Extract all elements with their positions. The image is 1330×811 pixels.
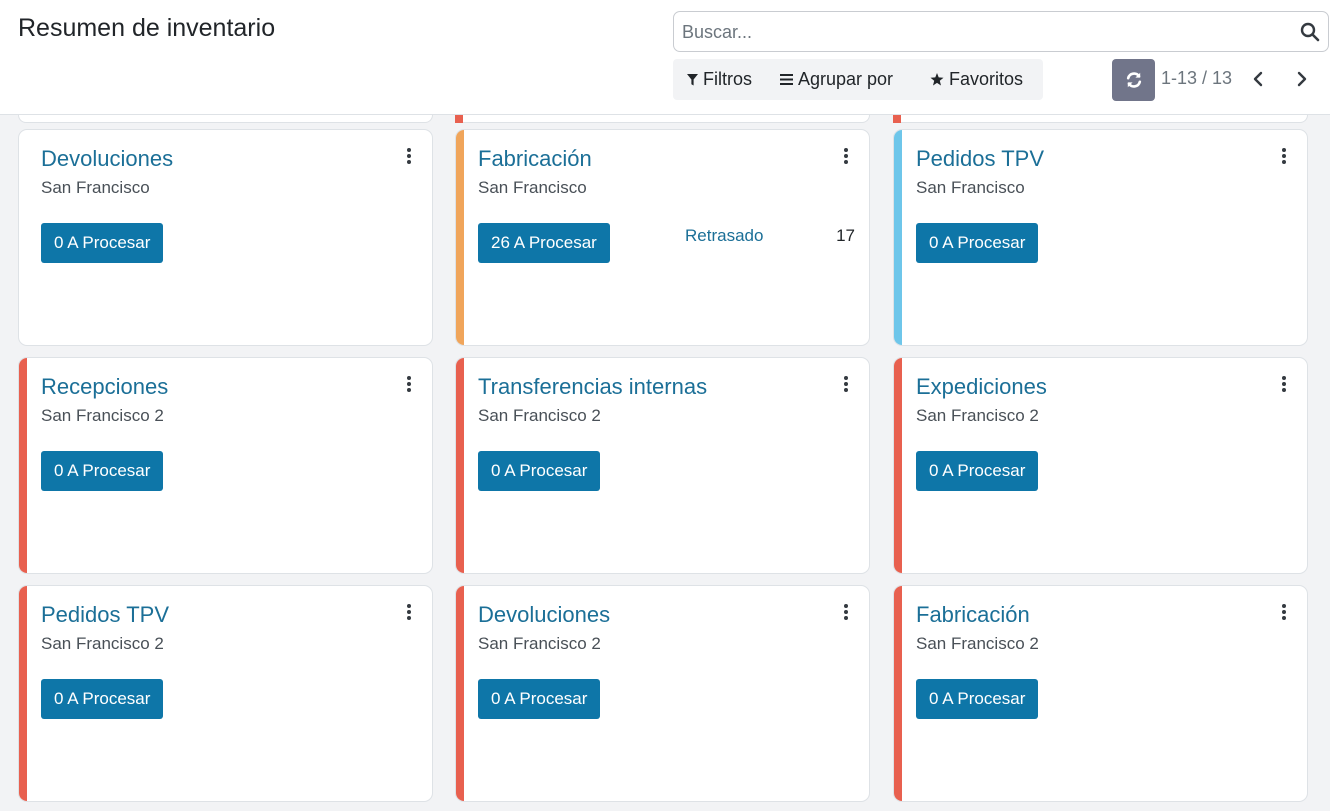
card-warehouse: San Francisco 2 [478, 634, 601, 653]
kebab-menu-icon[interactable] [404, 146, 414, 166]
color-stripe [19, 358, 27, 573]
card-warehouse: San Francisco 2 [916, 634, 1039, 653]
to-process-button[interactable]: 0 A Procesar [916, 451, 1039, 491]
previous-card-edge [18, 115, 433, 123]
card-title[interactable]: Pedidos TPV [41, 602, 169, 628]
color-stripe [456, 586, 464, 801]
kebab-menu-icon[interactable] [841, 374, 851, 394]
pager-value[interactable]: 1-13 / 13 [1161, 68, 1232, 89]
color-stripe [456, 358, 464, 573]
kebab-menu-icon[interactable] [404, 374, 414, 394]
to-process-button[interactable]: 0 A Procesar [916, 223, 1039, 263]
card-warehouse: San Francisco 2 [916, 406, 1039, 425]
kebab-menu-icon[interactable] [1279, 602, 1289, 622]
filters-label: Filtros [703, 69, 752, 89]
kebab-menu-icon[interactable] [1279, 374, 1289, 394]
color-stripe [19, 586, 27, 801]
card-title[interactable]: Pedidos TPV [916, 146, 1044, 172]
list-icon [780, 74, 793, 85]
card-title[interactable]: Fabricación [916, 602, 1030, 628]
page-title: Resumen de inventario [18, 14, 276, 42]
search-icon[interactable] [1300, 22, 1320, 42]
operation-type-card[interactable]: Pedidos TPV San Francisco 2 0 A Procesar [18, 585, 433, 802]
search-panel-bar: Filtros Agrupar por Favoritos [673, 59, 1043, 100]
card-warehouse: San Francisco 2 [41, 634, 164, 653]
operation-type-card[interactable]: Pedidos TPV San Francisco 0 A Procesar [893, 129, 1308, 346]
control-panel: Resumen de inventario Filtros Agrupar po… [0, 0, 1330, 115]
card-warehouse: San Francisco 2 [41, 406, 164, 425]
card-title[interactable]: Devoluciones [478, 602, 610, 628]
operation-type-card[interactable]: Devoluciones San Francisco 0 A Procesar [18, 129, 433, 346]
card-title[interactable]: Transferencias internas [478, 374, 707, 400]
chevron-right-icon [1297, 71, 1307, 87]
card-title[interactable]: Recepciones [41, 374, 168, 400]
color-stripe [894, 130, 902, 345]
previous-card-edge [893, 115, 1308, 123]
card-title[interactable]: Fabricación [478, 146, 592, 172]
star-icon [930, 73, 944, 86]
chevron-left-icon [1253, 71, 1263, 87]
operation-type-card[interactable]: Recepciones San Francisco 2 0 A Procesar [18, 357, 433, 574]
filters-button[interactable]: Filtros [687, 59, 752, 100]
operation-type-card[interactable]: Transferencias internas San Francisco 2 … [455, 357, 870, 574]
group-by-button[interactable]: Agrupar por [780, 59, 893, 100]
to-process-button[interactable]: 0 A Procesar [916, 679, 1039, 719]
search-box[interactable] [673, 11, 1329, 52]
to-process-button[interactable]: 0 A Procesar [478, 679, 601, 719]
late-link[interactable]: Retrasado [685, 226, 763, 246]
card-title[interactable]: Devoluciones [41, 146, 173, 172]
refresh-button[interactable] [1112, 59, 1155, 101]
favorites-label: Favoritos [949, 69, 1024, 89]
kebab-menu-icon[interactable] [1279, 146, 1289, 166]
operation-type-card[interactable]: Expediciones San Francisco 2 0 A Procesa… [893, 357, 1308, 574]
color-stripe [456, 130, 464, 345]
color-stripe [894, 358, 902, 573]
pager-next-button[interactable] [1292, 68, 1312, 90]
operation-type-card[interactable]: Devoluciones San Francisco 2 0 A Procesa… [455, 585, 870, 802]
search-input[interactable] [682, 20, 1282, 44]
card-warehouse: San Francisco [478, 178, 587, 197]
pager-previous-button[interactable] [1248, 68, 1268, 90]
to-process-button[interactable]: 26 A Procesar [478, 223, 610, 263]
operation-type-card[interactable]: Fabricación San Francisco 26 A Procesar … [455, 129, 870, 346]
to-process-button[interactable]: 0 A Procesar [478, 451, 601, 491]
favorites-button[interactable]: Favoritos [930, 59, 1023, 100]
card-warehouse: San Francisco [916, 178, 1025, 197]
kebab-menu-icon[interactable] [841, 146, 851, 166]
late-count: 17 [836, 226, 855, 245]
group-by-label: Agrupar por [798, 69, 894, 89]
kebab-menu-icon[interactable] [404, 602, 414, 622]
color-stripe [894, 586, 902, 801]
card-warehouse: San Francisco [41, 178, 150, 197]
operation-type-card[interactable]: Fabricación San Francisco 2 0 A Procesar [893, 585, 1308, 802]
kebab-menu-icon[interactable] [841, 602, 851, 622]
refresh-icon [1126, 72, 1141, 88]
filter-icon [687, 73, 698, 85]
card-title[interactable]: Expediciones [916, 374, 1047, 400]
to-process-button[interactable]: 0 A Procesar [41, 451, 164, 491]
previous-card-edge [455, 115, 870, 123]
to-process-button[interactable]: 0 A Procesar [41, 679, 164, 719]
card-warehouse: San Francisco 2 [478, 406, 601, 425]
to-process-button[interactable]: 0 A Procesar [41, 223, 164, 263]
